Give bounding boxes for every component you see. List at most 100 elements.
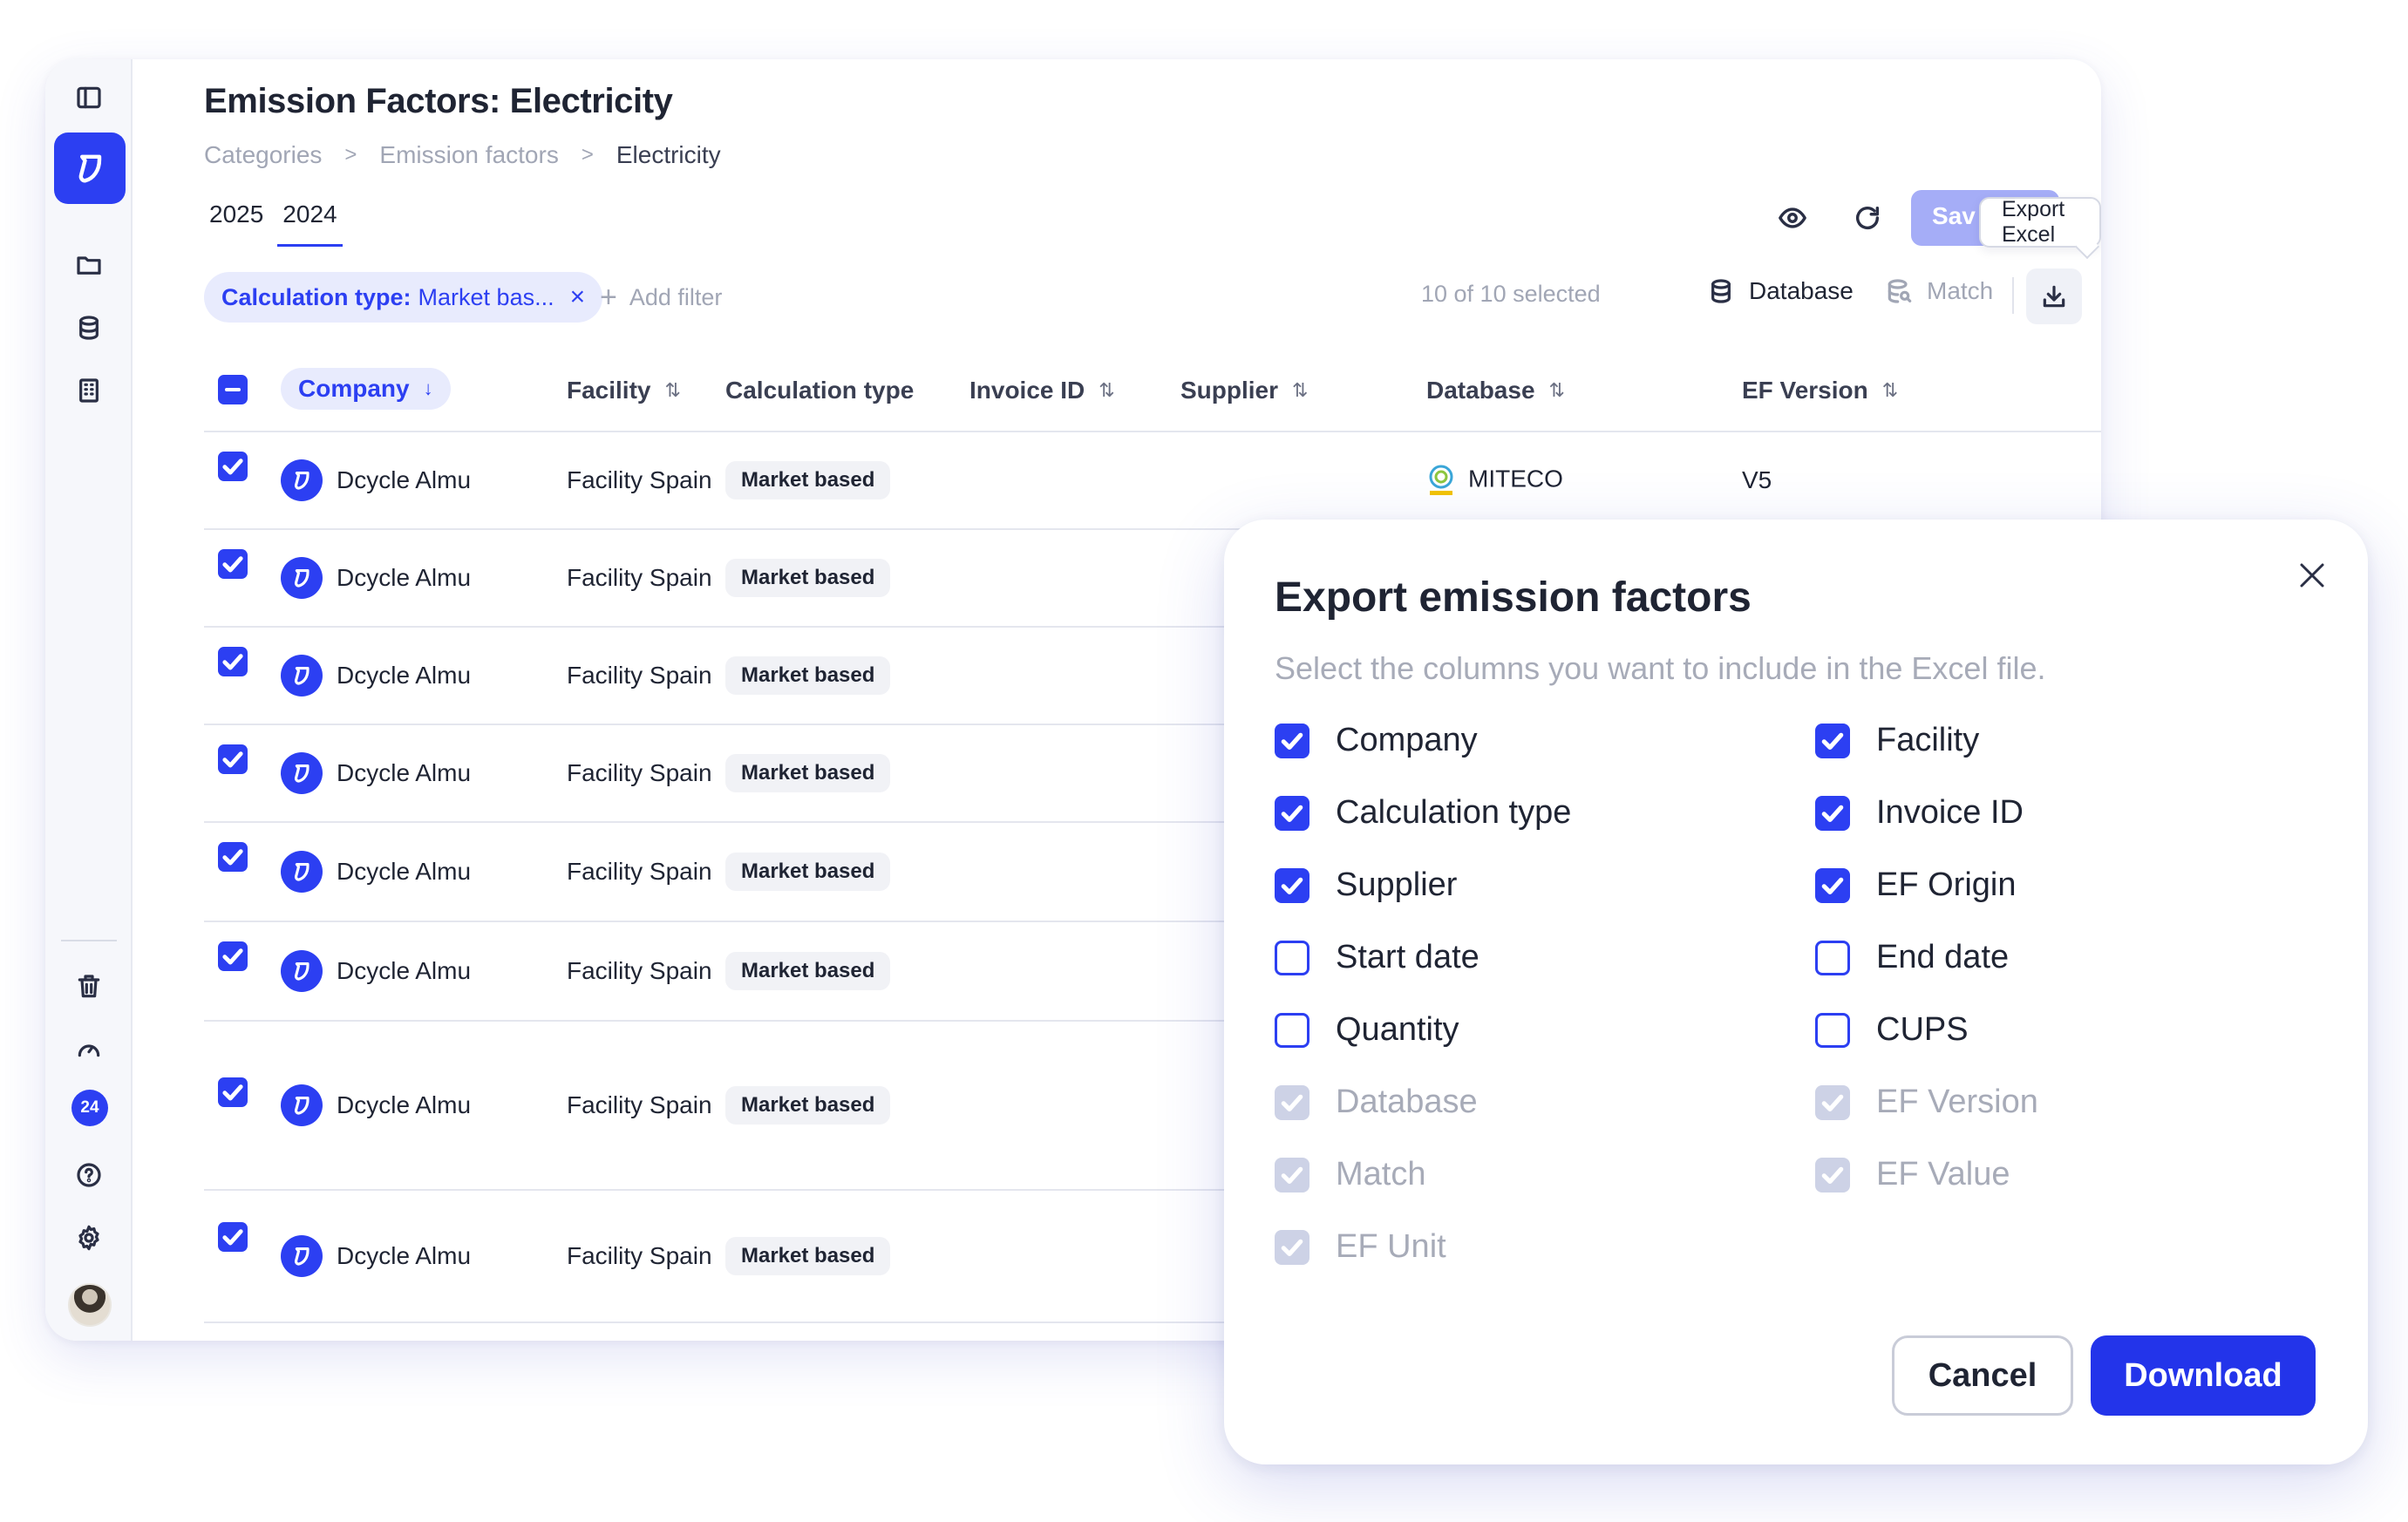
breadcrumb-categories[interactable]: Categories [204, 141, 322, 169]
add-filter-button[interactable]: + Add filter [600, 281, 722, 315]
download-button[interactable]: Download [2091, 1335, 2316, 1416]
breadcrumb: Categories > Emission factors > Electric… [204, 141, 721, 169]
add-filter-label: Add filter [629, 284, 723, 310]
option-supplier[interactable]: Supplier [1275, 866, 1457, 904]
filter-key: Calculation type: [221, 283, 412, 310]
select-all-checkbox[interactable] [218, 375, 248, 404]
cancel-button[interactable]: Cancel [1892, 1335, 2073, 1416]
option-company[interactable]: Company [1275, 722, 1478, 759]
column-header-database[interactable]: Database ⇅ [1426, 377, 1565, 404]
column-header-calculation-type[interactable]: Calculation type [725, 377, 914, 404]
option-ef-origin[interactable]: EF Origin [1815, 866, 2016, 904]
toolbar-divider [2012, 277, 2014, 314]
option-checkbox[interactable] [1815, 723, 1850, 758]
option-quantity[interactable]: Quantity [1275, 1011, 1459, 1049]
database-name: MITECO [1468, 465, 1563, 493]
option-checkbox[interactable] [1815, 867, 1850, 903]
option-label: Company [1336, 722, 1478, 758]
sort-icon: ⇅ [1099, 379, 1115, 401]
company-logo-icon [281, 459, 323, 501]
calculation-type-badge: Market based [725, 656, 891, 695]
option-label: Match [1336, 1156, 1426, 1192]
row-checkbox[interactable] [218, 549, 248, 579]
column-header-ef-version[interactable]: EF Version ⇅ [1742, 377, 1898, 404]
column-header-supplier[interactable]: Supplier ⇅ [1180, 377, 1308, 404]
row-checkbox[interactable] [218, 744, 248, 774]
chevron-right-icon: > [344, 143, 357, 166]
cell-company: Dcycle Almu [337, 466, 472, 493]
eye-icon[interactable] [1775, 200, 1810, 235]
gear-icon[interactable] [71, 1220, 106, 1255]
cell-company: Dcycle Almu [337, 759, 472, 786]
row-checkbox[interactable] [218, 452, 248, 481]
option-checkbox[interactable] [1275, 1012, 1309, 1048]
option-calculation-type[interactable]: Calculation type [1275, 794, 1571, 832]
table-row[interactable]: Dcycle Almu Facility Spain Market based MI… [204, 432, 2101, 530]
option-checkbox[interactable] [1815, 795, 1850, 831]
option-checkbox[interactable] [1815, 940, 1850, 975]
close-icon[interactable] [2293, 556, 2331, 595]
column-header-invoice-id[interactable]: Invoice ID ⇅ [969, 377, 1115, 404]
option-label: End date [1876, 939, 2010, 975]
sidebar: 24 [45, 59, 133, 1341]
row-checkbox[interactable] [218, 647, 248, 676]
year-tabs: 2025 2024 [204, 200, 351, 247]
panel-toggle-icon[interactable] [71, 80, 106, 115]
help-icon[interactable] [71, 1158, 106, 1192]
column-label: Database [1426, 377, 1535, 404]
option-checkbox [1815, 1084, 1850, 1120]
database-button[interactable]: Database [1707, 277, 1854, 305]
tab-2024[interactable]: 2024 [277, 200, 343, 247]
option-checkbox[interactable] [1275, 867, 1309, 903]
option-ef-value: EF Value [1815, 1156, 2010, 1193]
download-icon [2043, 285, 2065, 308]
row-checkbox[interactable] [218, 1222, 248, 1252]
cell-facility: Facility Spain [567, 564, 712, 591]
option-invoice-id[interactable]: Invoice ID [1815, 794, 2024, 832]
sort-icon: ⇅ [1881, 379, 1899, 401]
option-checkbox [1275, 1229, 1309, 1265]
option-checkbox[interactable] [1815, 1012, 1850, 1048]
database-icon[interactable] [71, 310, 106, 345]
option-checkbox[interactable] [1275, 795, 1309, 831]
row-checkbox[interactable] [218, 1077, 248, 1107]
gauge-icon[interactable] [71, 1032, 106, 1067]
breadcrumb-emission-factors[interactable]: Emission factors [379, 141, 558, 169]
option-cups[interactable]: CUPS [1815, 1011, 1969, 1049]
option-facility[interactable]: Facility [1815, 722, 1979, 759]
option-checkbox [1815, 1157, 1850, 1192]
export-excel-button[interactable] [2026, 268, 2082, 324]
option-checkbox[interactable] [1275, 723, 1309, 758]
option-end-date[interactable]: End date [1815, 939, 2009, 976]
notification-badge[interactable]: 24 [71, 1090, 108, 1126]
logo-icon[interactable] [54, 132, 126, 204]
option-checkbox[interactable] [1275, 940, 1309, 975]
building-icon[interactable] [71, 373, 106, 408]
plus-icon: + [600, 281, 617, 314]
calculation-type-badge: Market based [725, 1237, 891, 1275]
option-checkbox [1275, 1157, 1309, 1192]
option-start-date[interactable]: Start date [1275, 939, 1479, 976]
row-checkbox[interactable] [218, 941, 248, 971]
trash-icon[interactable] [71, 969, 106, 1004]
cell-facility: Facility Spain [567, 466, 712, 493]
row-checkbox[interactable] [218, 842, 248, 872]
calculation-type-badge: Market based [725, 1086, 891, 1125]
column-header-facility[interactable]: Facility ⇅ [567, 377, 681, 404]
option-label: EF Value [1876, 1156, 2010, 1192]
filter-value: Market bas... [418, 283, 554, 310]
match-button[interactable]: Match [1885, 277, 1993, 305]
avatar[interactable] [68, 1283, 112, 1327]
database-button-label: Database [1749, 277, 1854, 304]
refresh-icon[interactable] [1850, 200, 1885, 235]
folder-icon[interactable] [71, 248, 106, 282]
tab-2025[interactable]: 2025 [204, 200, 269, 247]
close-icon[interactable]: × [570, 282, 586, 312]
option-label: EF Version [1876, 1084, 2038, 1120]
column-header-company[interactable]: Company ↓ [281, 368, 451, 410]
calculation-type-badge: Market based [725, 559, 891, 597]
filter-chip-calculation-type[interactable]: Calculation type: Market bas... × [204, 272, 603, 323]
export-modal: Export emission factors Select the colum… [1224, 520, 2368, 1464]
option-label: Quantity [1336, 1011, 1459, 1048]
company-logo-icon [281, 1084, 323, 1126]
